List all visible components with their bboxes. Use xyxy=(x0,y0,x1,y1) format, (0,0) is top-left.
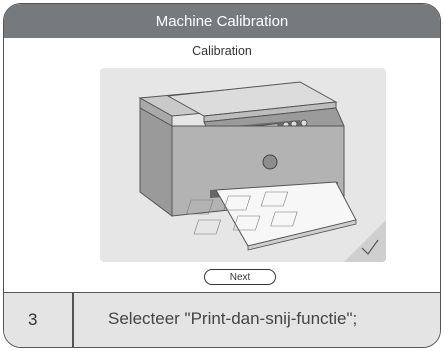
section-subtitle: Calibration xyxy=(192,44,252,58)
step-instruction: Selecteer "Print-dan-snij-functie"; xyxy=(108,309,358,328)
dialog-titlebar: Machine Calibration xyxy=(4,4,440,38)
dialog-title: Machine Calibration xyxy=(155,12,289,30)
printer-image xyxy=(138,81,386,262)
step-footer: 3 Selecteer "Print-dan-snij-functie"; xyxy=(4,292,440,347)
calibration-dialog: Machine Calibration Calibration Next 3 S… xyxy=(3,3,441,348)
next-button[interactable]: Next xyxy=(204,269,276,285)
printer-illustration xyxy=(100,68,386,262)
step-number: 3 xyxy=(28,310,38,329)
step-divider xyxy=(72,293,74,347)
